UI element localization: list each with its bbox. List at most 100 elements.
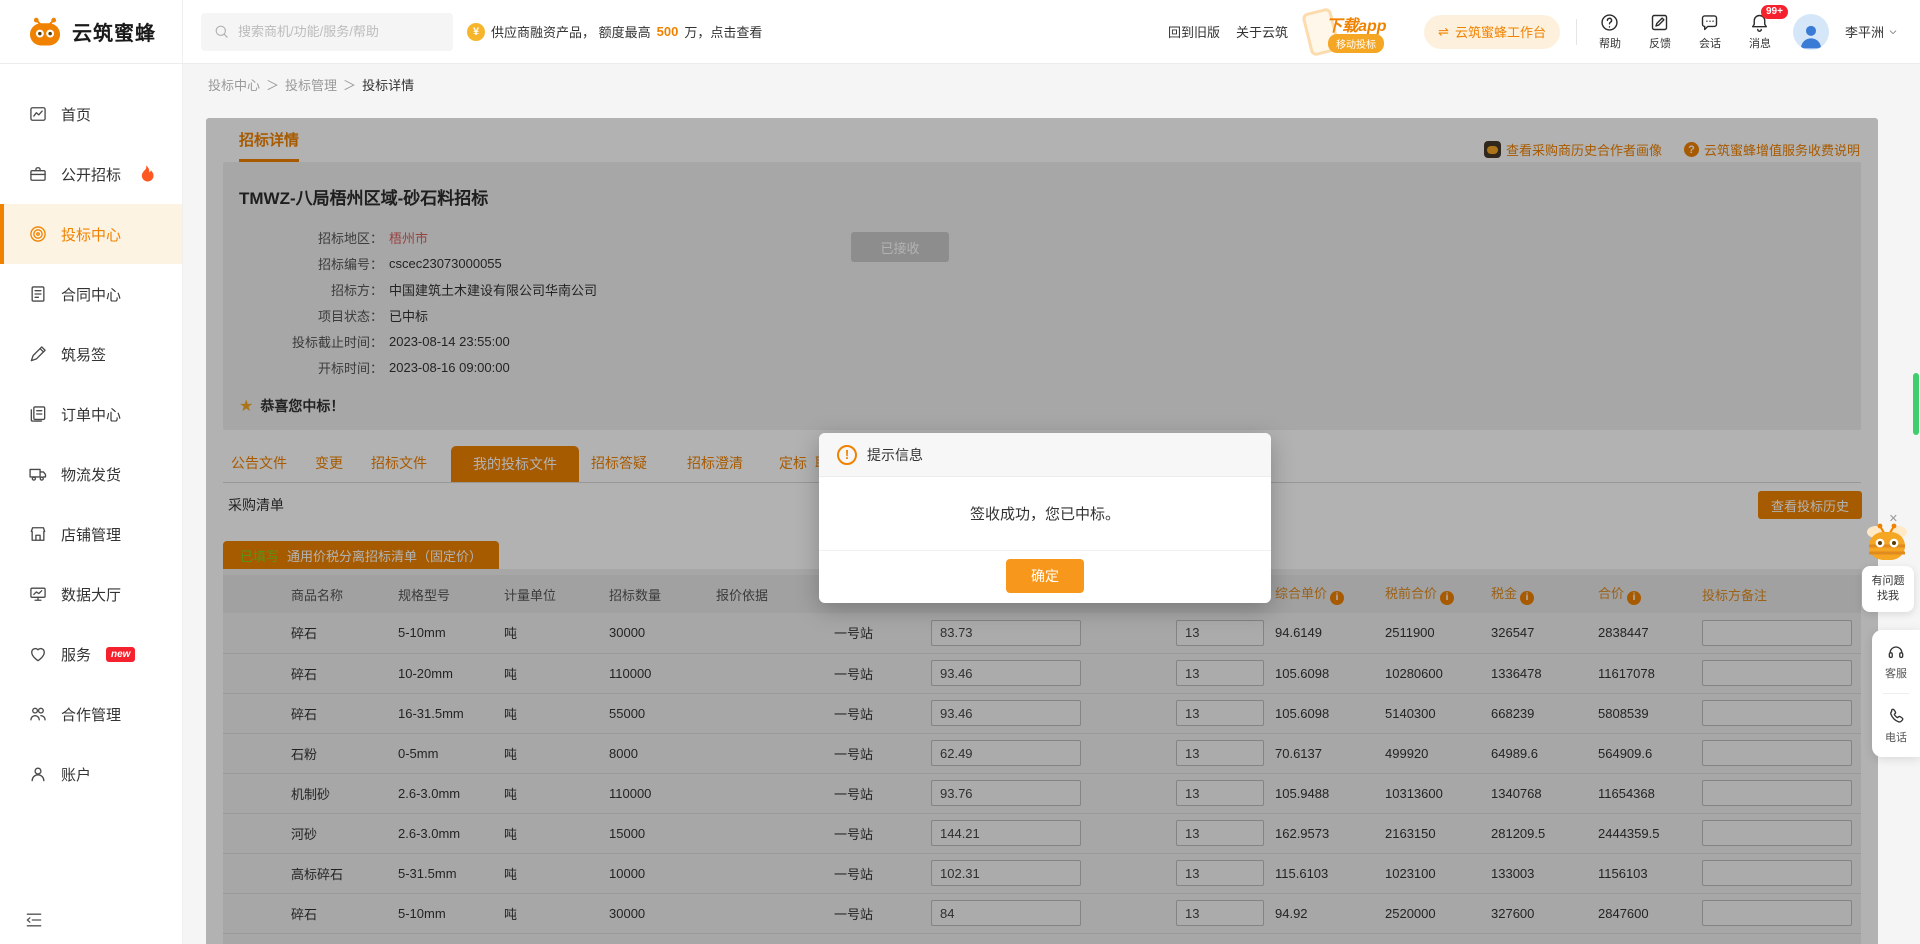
swap-icon: ⇌ bbox=[1438, 24, 1449, 40]
sidebar-item-首页[interactable]: 首页 bbox=[0, 84, 182, 144]
main-content: 投标中心＞投标管理＞投标详情 招标详情 查看采购商历史合作者画像 ? 云筑蜜蜂增… bbox=[183, 64, 1920, 944]
sidebar-item-label: 合同中心 bbox=[61, 284, 121, 305]
sidebar-item-label: 筑易签 bbox=[61, 344, 106, 365]
promo-text-suffix: 万，点击查看 bbox=[684, 22, 762, 41]
coop-icon bbox=[28, 704, 48, 724]
sidebar-item-公开招标[interactable]: 公开招标 bbox=[0, 144, 182, 204]
modal-title: 提示信息 bbox=[867, 445, 923, 465]
breadcrumb-item-投标中心[interactable]: 投标中心 bbox=[208, 75, 260, 94]
telephone-icon bbox=[1886, 706, 1906, 726]
breadcrumb-separator: ＞ bbox=[343, 75, 356, 94]
workbench-button[interactable]: ⇌ 云筑蜜蜂工作台 bbox=[1424, 15, 1560, 49]
user-menu[interactable]: 李平洲 bbox=[1845, 22, 1898, 41]
sidebar-collapse-icon[interactable] bbox=[24, 910, 44, 930]
scrollbar-thumb[interactable] bbox=[1913, 373, 1919, 435]
sidebar-item-合同中心[interactable]: 合同中心 bbox=[0, 264, 182, 324]
contract-icon bbox=[28, 284, 48, 304]
headset-icon bbox=[1886, 642, 1906, 662]
sidebar-item-合作管理[interactable]: 合作管理 bbox=[0, 684, 182, 744]
user-avatar[interactable] bbox=[1793, 14, 1829, 50]
logo-text: 云筑蜜蜂 bbox=[72, 17, 156, 46]
sidebar-item-label: 公开招标 bbox=[61, 164, 121, 185]
shop-icon bbox=[28, 524, 48, 544]
help-icon bbox=[1599, 12, 1620, 33]
sidebar-item-店铺管理[interactable]: 店铺管理 bbox=[0, 504, 182, 564]
sidebar-item-投标中心[interactable]: 投标中心 bbox=[0, 204, 182, 264]
action-label: 消息 bbox=[1749, 35, 1771, 51]
action-label: 会话 bbox=[1699, 35, 1721, 51]
sign-icon bbox=[28, 344, 48, 364]
modal-header: ! 提示信息 bbox=[819, 433, 1271, 477]
download-app-title: 下载app bbox=[1326, 12, 1386, 36]
panel-divider bbox=[1883, 693, 1909, 694]
feedback-icon bbox=[1649, 12, 1670, 33]
sidebar-item-订单中心[interactable]: 订单中心 bbox=[0, 384, 182, 444]
finance-promo-link[interactable]: ¥ 供应商融资产品， 额度最高 500 万，点击查看 bbox=[467, 22, 762, 41]
sidebar-item-label: 投标中心 bbox=[61, 224, 121, 245]
sidebar-item-label: 店铺管理 bbox=[61, 524, 121, 545]
header-divider bbox=[1576, 19, 1577, 45]
sidebar-item-label: 账户 bbox=[61, 764, 91, 785]
home-icon bbox=[28, 104, 48, 124]
fire-icon bbox=[136, 164, 156, 184]
sidebar-item-label: 合作管理 bbox=[61, 704, 121, 725]
download-app-button[interactable]: 下载app 移动投标 bbox=[1304, 6, 1408, 58]
alert-modal: ! 提示信息 签收成功，您已中标。 确定 bbox=[819, 433, 1271, 603]
breadcrumb-item-投标管理[interactable]: 投标管理 bbox=[285, 75, 337, 94]
order-icon bbox=[28, 404, 48, 424]
service-icon bbox=[28, 644, 48, 664]
sidebar-item-服务[interactable]: 服务new bbox=[0, 624, 182, 684]
breadcrumb: 投标中心 ＞ 投标管理 ＞ 投标详情 bbox=[183, 64, 1920, 94]
confirm-button[interactable]: 确定 bbox=[1006, 559, 1084, 593]
phone-contact-button[interactable]: 电话 bbox=[1885, 706, 1907, 745]
sidebar-item-账户[interactable]: 账户 bbox=[0, 744, 182, 804]
chat-icon bbox=[1699, 12, 1720, 33]
chevron-down-icon bbox=[1888, 27, 1898, 37]
about-link[interactable]: 关于云筑 bbox=[1236, 22, 1288, 41]
sidebar-item-label: 数据大厅 bbox=[61, 584, 121, 605]
mobile-bid-badge: 移动投标 bbox=[1328, 34, 1384, 53]
modal-message: 签收成功，您已中标。 bbox=[819, 477, 1271, 551]
header-action-反馈[interactable]: 反馈 bbox=[1643, 12, 1677, 51]
global-search[interactable] bbox=[201, 13, 453, 51]
header-action-帮助[interactable]: 帮助 bbox=[1593, 12, 1627, 51]
search-input[interactable] bbox=[238, 24, 418, 39]
search-icon bbox=[213, 23, 230, 40]
data-icon bbox=[28, 584, 48, 604]
customer-service-button[interactable]: 客服 bbox=[1885, 642, 1907, 681]
action-label: 帮助 bbox=[1599, 35, 1621, 51]
user-name: 李平洲 bbox=[1845, 22, 1884, 41]
sidebar-item-物流发货[interactable]: 物流发货 bbox=[0, 444, 182, 504]
header-action-消息[interactable]: 消息99+ bbox=[1743, 12, 1777, 51]
bid-center-icon bbox=[28, 224, 48, 244]
header-action-会话[interactable]: 会话 bbox=[1693, 12, 1727, 51]
bee-logo-icon bbox=[26, 16, 64, 48]
account-icon bbox=[28, 764, 48, 784]
old-version-link[interactable]: 回到旧版 bbox=[1168, 22, 1220, 41]
action-label: 反馈 bbox=[1649, 35, 1671, 51]
top-navbar: 云筑蜜蜂 ¥ 供应商融资产品， 额度最高500万，点击查看 回到旧版 关于云筑 … bbox=[0, 0, 1920, 64]
breadcrumb-separator: ＞ bbox=[266, 75, 279, 94]
promo-text-prefix: 供应商融资产品， 额度最高 bbox=[491, 22, 651, 41]
help-bubble[interactable]: 有问题 找我 bbox=[1862, 566, 1914, 612]
sidebar-item-数据大厅[interactable]: 数据大厅 bbox=[0, 564, 182, 624]
customer-service-label: 客服 bbox=[1885, 665, 1907, 681]
app-logo[interactable]: 云筑蜜蜂 bbox=[0, 0, 183, 64]
bee-mascot[interactable] bbox=[1862, 522, 1912, 564]
service-panel: 客服 电话 bbox=[1872, 630, 1920, 757]
bubble-line1: 有问题 bbox=[1872, 574, 1905, 589]
sidebar-item-label: 首页 bbox=[61, 104, 91, 125]
promo-highlight: 500 bbox=[657, 24, 679, 39]
sidebar-item-label: 物流发货 bbox=[61, 464, 121, 485]
breadcrumb-item-投标详情: 投标详情 bbox=[362, 75, 414, 94]
phone-contact-label: 电话 bbox=[1885, 729, 1907, 745]
workbench-label: 云筑蜜蜂工作台 bbox=[1455, 22, 1546, 41]
sidebar-item-label: 服务 bbox=[61, 644, 91, 665]
sidebar-item-筑易签[interactable]: 筑易签 bbox=[0, 324, 182, 384]
alert-icon: ! bbox=[837, 445, 857, 465]
public-tender-icon bbox=[28, 164, 48, 184]
unread-count-badge: 99+ bbox=[1761, 5, 1788, 19]
money-bag-icon: ¥ bbox=[467, 23, 485, 41]
sidebar-nav: 首页公开招标投标中心合同中心筑易签订单中心物流发货店铺管理数据大厅服务new 合作… bbox=[0, 64, 183, 944]
bubble-line2: 找我 bbox=[1877, 589, 1899, 604]
